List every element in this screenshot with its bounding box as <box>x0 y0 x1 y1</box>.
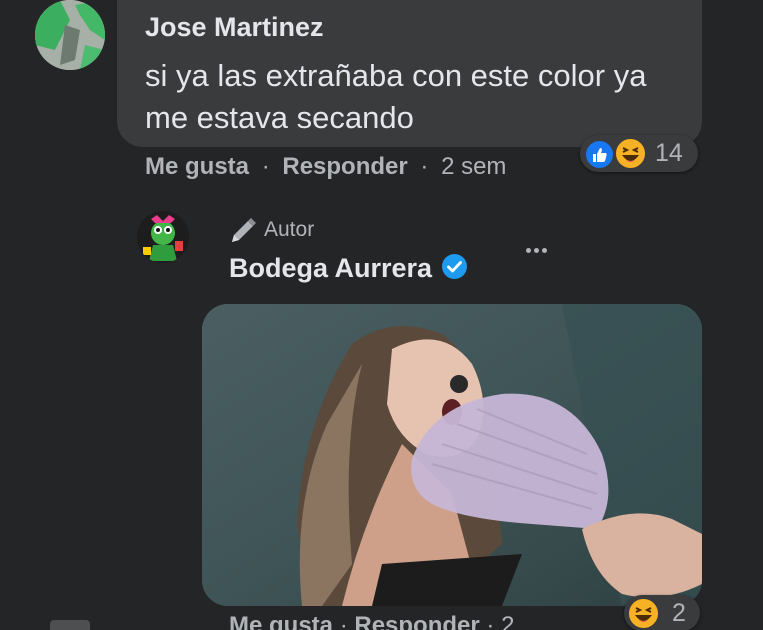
comment-text: si ya las extrañaba con este color ya me… <box>145 58 647 135</box>
haha-icon <box>627 597 660 630</box>
separator: · <box>486 612 495 630</box>
comment-author-name[interactable]: Jose Martinez <box>145 12 324 43</box>
separator: · <box>339 612 348 630</box>
reply-link[interactable]: Responder <box>354 612 479 630</box>
timestamp[interactable]: 2 <box>501 612 514 630</box>
dot-icon <box>533 247 539 253</box>
comment-actions: Me gusta · Responder · 2 sem <box>145 153 506 181</box>
reply-author-name[interactable]: Bodega Aurrera <box>229 253 432 284</box>
more-options-button[interactable] <box>516 236 556 264</box>
reply-actions: Me gusta · Responder · 2 <box>229 612 514 630</box>
reply-link[interactable]: Responder <box>282 153 407 180</box>
haha-icon <box>614 137 647 170</box>
like-icon <box>584 139 615 170</box>
reaction-count: 2 <box>672 599 686 627</box>
dot-icon <box>541 247 547 253</box>
reaction-count: 14 <box>655 139 683 167</box>
pencil-icon <box>228 216 258 246</box>
like-link[interactable]: Me gusta <box>145 153 249 180</box>
timestamp[interactable]: 2 sem <box>441 153 506 180</box>
like-link[interactable]: Me gusta <box>229 612 333 630</box>
separator: · <box>420 153 429 180</box>
dot-icon <box>525 247 531 253</box>
next-avatar-partial <box>50 620 90 630</box>
reply-gif-image[interactable] <box>202 304 702 606</box>
verified-badge-icon <box>441 253 468 280</box>
avatar[interactable] <box>35 0 105 70</box>
author-badge: Autor <box>264 218 315 241</box>
avatar[interactable] <box>137 211 189 263</box>
separator: · <box>261 153 270 180</box>
